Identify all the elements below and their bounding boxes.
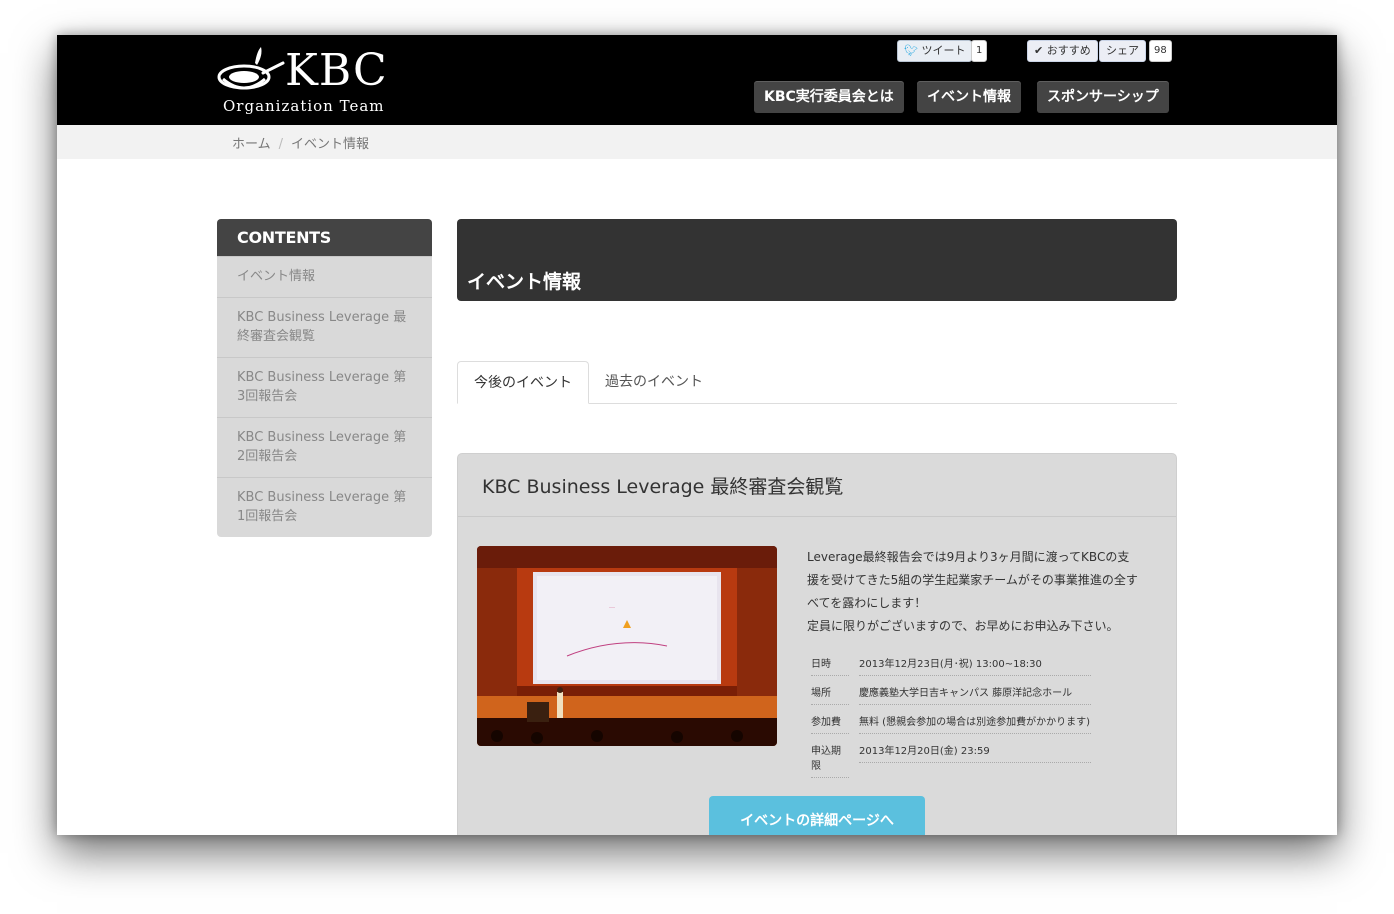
kbc-logo[interactable]: KBC Organization Team (217, 45, 387, 117)
bowl-logo-icon (217, 47, 285, 90)
description-line: Leverage最終報告会では9月より3ヶ月間に渡ってKBCの支 (807, 550, 1130, 564)
sidebar-item-final-review[interactable]: KBC Business Leverage 最終審査会観覧 (217, 297, 432, 357)
sidebar-heading: CONTENTS (217, 219, 432, 256)
divider (458, 516, 1176, 517)
page-title: イベント情報 (467, 271, 582, 293)
info-value: 無料 (懇親会参加の場合は別途参加費がかかります) (859, 713, 1091, 734)
description-line: 定員に限りがございますので、お早めにお申込み下さい。 (807, 619, 1119, 633)
sidebar-item-report-1[interactable]: KBC Business Leverage 第1回報告会 (217, 477, 432, 537)
auditorium-stage-image: … (477, 546, 777, 746)
logo-subtitle: Organization Team (223, 97, 385, 115)
browser-window: KBC Organization Team 🐦︎ ツイート 1 ✔ おすすめ シ… (57, 35, 1337, 835)
nav-about[interactable]: KBC実行委員会とは (754, 81, 904, 113)
description-line: べてを露わにします！ (807, 596, 927, 610)
info-key: 場所 (811, 684, 849, 705)
logo-wordmark: KBC (285, 45, 388, 96)
event-detail-button[interactable]: イベントの詳細ページへ (709, 796, 925, 835)
tweet-label: ツイート (921, 44, 966, 57)
event-description: Leverage最終報告会では9月より3ヶ月間に渡ってKBCの支 援を受けてきた… (807, 546, 1157, 638)
svg-text:…: … (609, 603, 615, 610)
tweet-count: 1 (971, 40, 988, 62)
info-value: 2013年12月20日(金) 23:59 (859, 742, 1091, 763)
info-value: 2013年12月23日(月･祝) 13:00~18:30 (859, 655, 1091, 676)
recommend-label: おすすめ (1046, 44, 1091, 57)
event-tabs: 今後のイベント 過去のイベント (457, 361, 1177, 404)
info-key: 申込期限 (811, 742, 849, 778)
nav-sponsorship[interactable]: スポンサーシップ (1037, 81, 1169, 113)
breadcrumb-separator: / (278, 137, 284, 152)
sidebar: CONTENTS イベント情報 KBC Business Leverage 最終… (217, 219, 432, 537)
share-button[interactable]: シェア (1099, 40, 1146, 62)
recommend-button[interactable]: ✔ おすすめ (1027, 40, 1098, 62)
twitter-bird-icon: 🐦︎ (904, 44, 918, 57)
tweet-button[interactable]: 🐦︎ ツイート (897, 40, 973, 62)
breadcrumb-home[interactable]: ホーム (232, 137, 271, 152)
check-icon: ✔ (1034, 44, 1044, 57)
info-key: 参加費 (811, 713, 849, 734)
site-header: KBC Organization Team 🐦︎ ツイート 1 ✔ おすすめ シ… (57, 35, 1337, 125)
breadcrumb-current: イベント情報 (291, 137, 370, 152)
info-key: 日時 (811, 655, 849, 676)
breadcrumb: ホーム / イベント情報 (232, 133, 369, 152)
share-count: 98 (1149, 40, 1172, 62)
event-title: KBC Business Leverage 最終審査会観覧 (482, 476, 844, 498)
description-line: 援を受けてきた5組の学生起業家チームがその事業推進の全す (807, 573, 1138, 587)
tab-upcoming-events[interactable]: 今後のイベント (457, 361, 589, 404)
sidebar-item-report-2[interactable]: KBC Business Leverage 第2回報告会 (217, 417, 432, 477)
info-value: 慶應義塾大学日吉キャンパス 藤原洋記念ホール (859, 684, 1091, 705)
share-label: シェア (1106, 44, 1139, 57)
event-photo: … (477, 546, 777, 746)
breadcrumb-bar: ホーム / イベント情報 (57, 125, 1337, 159)
tab-past-events[interactable]: 過去のイベント (589, 361, 719, 402)
event-card: KBC Business Leverage 最終審査会観覧 … Leverage… (457, 453, 1177, 835)
page-title-banner: イベント情報 (457, 219, 1177, 301)
sidebar-item-events[interactable]: イベント情報 (217, 256, 432, 297)
nav-events[interactable]: イベント情報 (917, 81, 1021, 113)
sidebar-item-report-3[interactable]: KBC Business Leverage 第3回報告会 (217, 357, 432, 417)
